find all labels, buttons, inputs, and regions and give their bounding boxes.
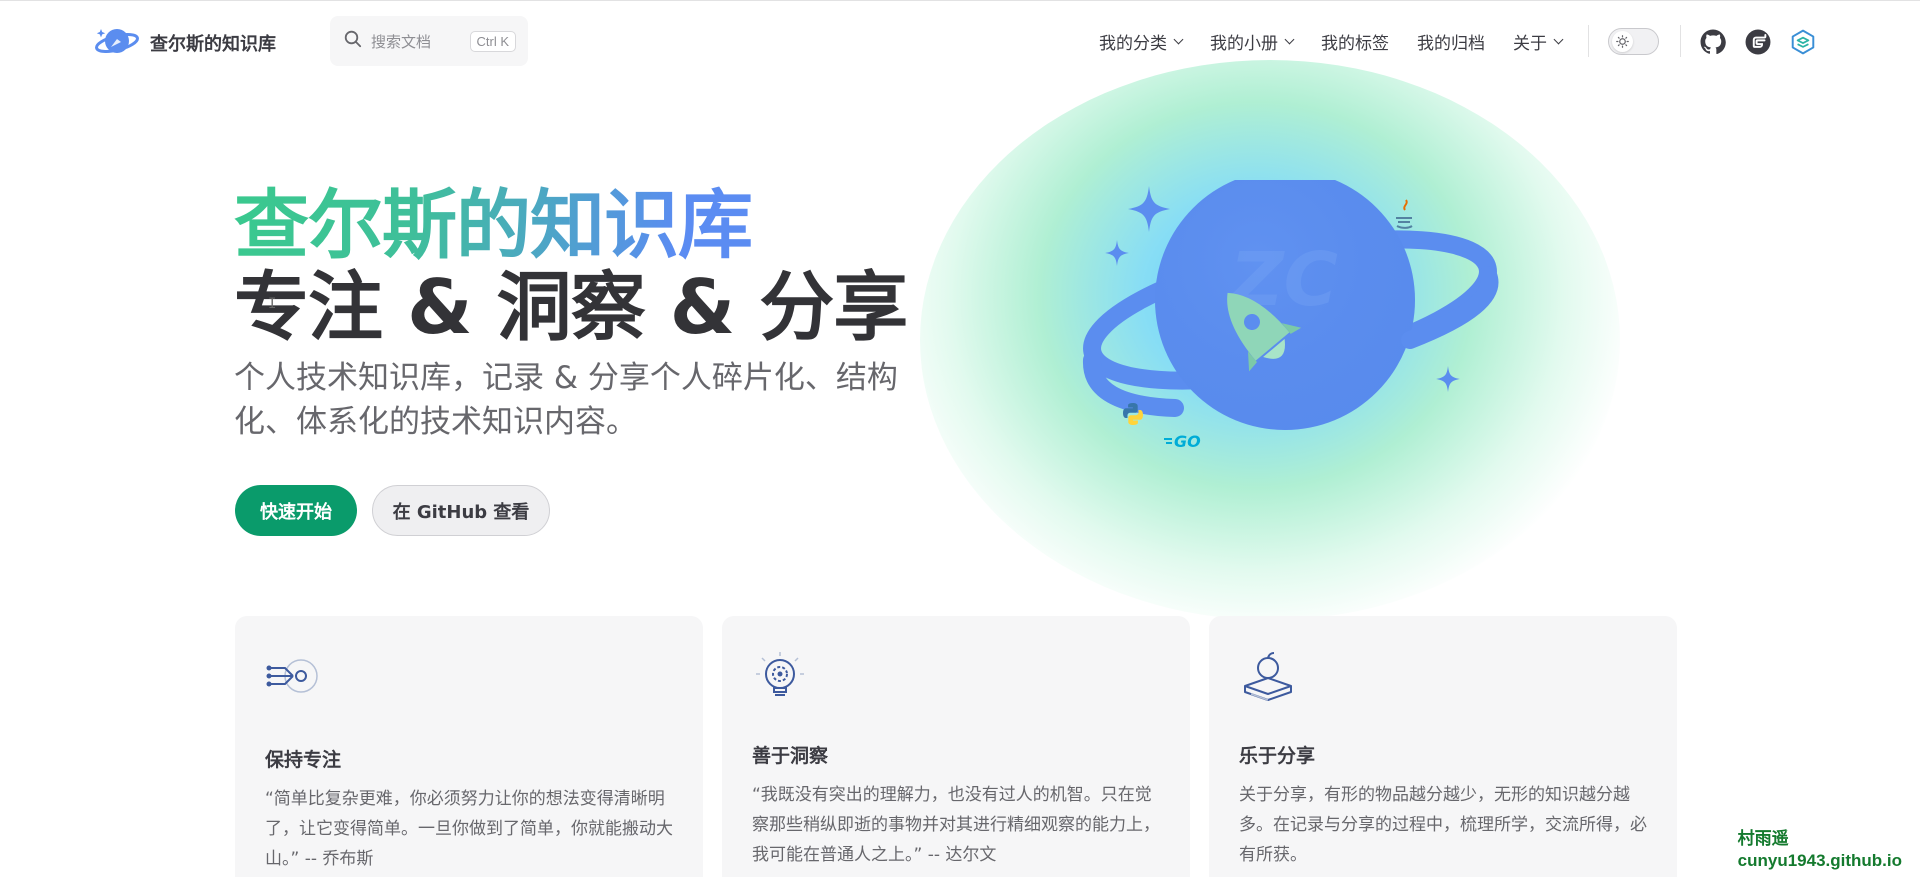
search-shortcut: Ctrl K (469, 30, 516, 52)
theme-toggle[interactable] (1608, 28, 1659, 55)
sparkle-icon (1128, 186, 1170, 236)
watermark-site: cunyu1943.github.io (1737, 851, 1902, 870)
gitee-icon[interactable] (1745, 29, 1771, 55)
menu-label: 我的归档 (1417, 33, 1485, 54)
lightbulb-gear-icon (752, 650, 810, 708)
nav-divider (1680, 25, 1681, 57)
search-placeholder: 搜索文档 (371, 32, 432, 51)
menu-label: 关于 (1513, 33, 1547, 54)
chevron-down-icon (1553, 34, 1564, 44)
get-started-button[interactable]: 快速开始 (235, 485, 357, 536)
search-button[interactable]: 搜索文档 Ctrl K (330, 16, 528, 66)
feature-card-insight: 善于洞察 “我既没有突出的理解力，也没有过人的机智。只在觉察那些稍纵即逝的事物并… (722, 616, 1190, 877)
brand-link[interactable]: 查尔斯的知识库 (94, 23, 276, 63)
feature-detail: “我既没有突出的理解力，也没有过人的机智。只在觉察那些稍纵即逝的事物并对其进行精… (752, 785, 1160, 865)
menu-label: 我的标签 (1321, 33, 1389, 54)
feature-card-share: 乐于分享 关于分享，有形的物品越分越少，无形的知识越分越多。在记录与分享的过程中… (1209, 616, 1677, 877)
python-icon (1121, 402, 1145, 430)
top-nav: 查尔斯的知识库 搜索文档 Ctrl K 我的分类 我的小册 我的标签 我的归档 … (0, 0, 1920, 80)
planet-logo-icon (94, 23, 140, 63)
blog-icon[interactable] (1790, 29, 1816, 55)
feature-title: 善于洞察 (752, 745, 829, 767)
apple-books-icon (1239, 650, 1297, 708)
feature-detail: 关于分享，有形的物品越分越少，无形的知识越分越多。在记录与分享的过程中，梳理所学… (1239, 785, 1647, 865)
brand-title: 查尔斯的知识库 (150, 34, 276, 55)
text-cursor-icon: I (268, 296, 277, 312)
sparkle-icon (1436, 366, 1460, 396)
hero-tagline: 个人技术知识库，记录 & 分享个人碎片化、结构化、体系化的技术知识内容。 (234, 360, 898, 440)
github-icon[interactable] (1700, 29, 1726, 55)
search-icon (344, 30, 362, 52)
feature-detail: “简单比复杂更难，你必须努力让你的想法变得清晰明了，让它变得简单。一旦你做到了简… (265, 789, 673, 869)
chevron-down-icon (1284, 34, 1295, 44)
sun-icon (1612, 31, 1633, 52)
chevron-down-icon (1173, 34, 1184, 44)
feature-card-focus: 保持专注 “简单比复杂更难，你必须努力让你的想法变得清晰明了，让它变得简单。一旦… (235, 616, 703, 877)
watermark-name: 村雨遥 (1737, 829, 1789, 848)
hero-text: 专注 & 洞察 & 分享 (234, 263, 908, 351)
menu-item-about[interactable]: 关于 (1499, 1, 1576, 81)
nav-divider (1588, 25, 1589, 57)
sparkle-icon (1105, 240, 1129, 270)
feature-title: 乐于分享 (1239, 745, 1316, 767)
golang-icon: GO (1164, 430, 1212, 456)
hero-name: 查尔斯的知识库 (234, 181, 753, 269)
java-icon (1394, 198, 1416, 236)
menu-label: 我的分类 (1099, 33, 1167, 54)
svg-text:GO: GO (1174, 432, 1201, 451)
view-on-github-button[interactable]: 在 GitHub 查看 (372, 485, 550, 536)
watermark: 村雨遥 cunyu1943.github.io (1738, 828, 1902, 872)
menu-item-archives[interactable]: 我的归档 (1403, 1, 1499, 81)
menu-label: 我的小册 (1210, 33, 1278, 54)
feature-title: 保持专注 (265, 749, 342, 771)
focus-icon (265, 650, 323, 708)
